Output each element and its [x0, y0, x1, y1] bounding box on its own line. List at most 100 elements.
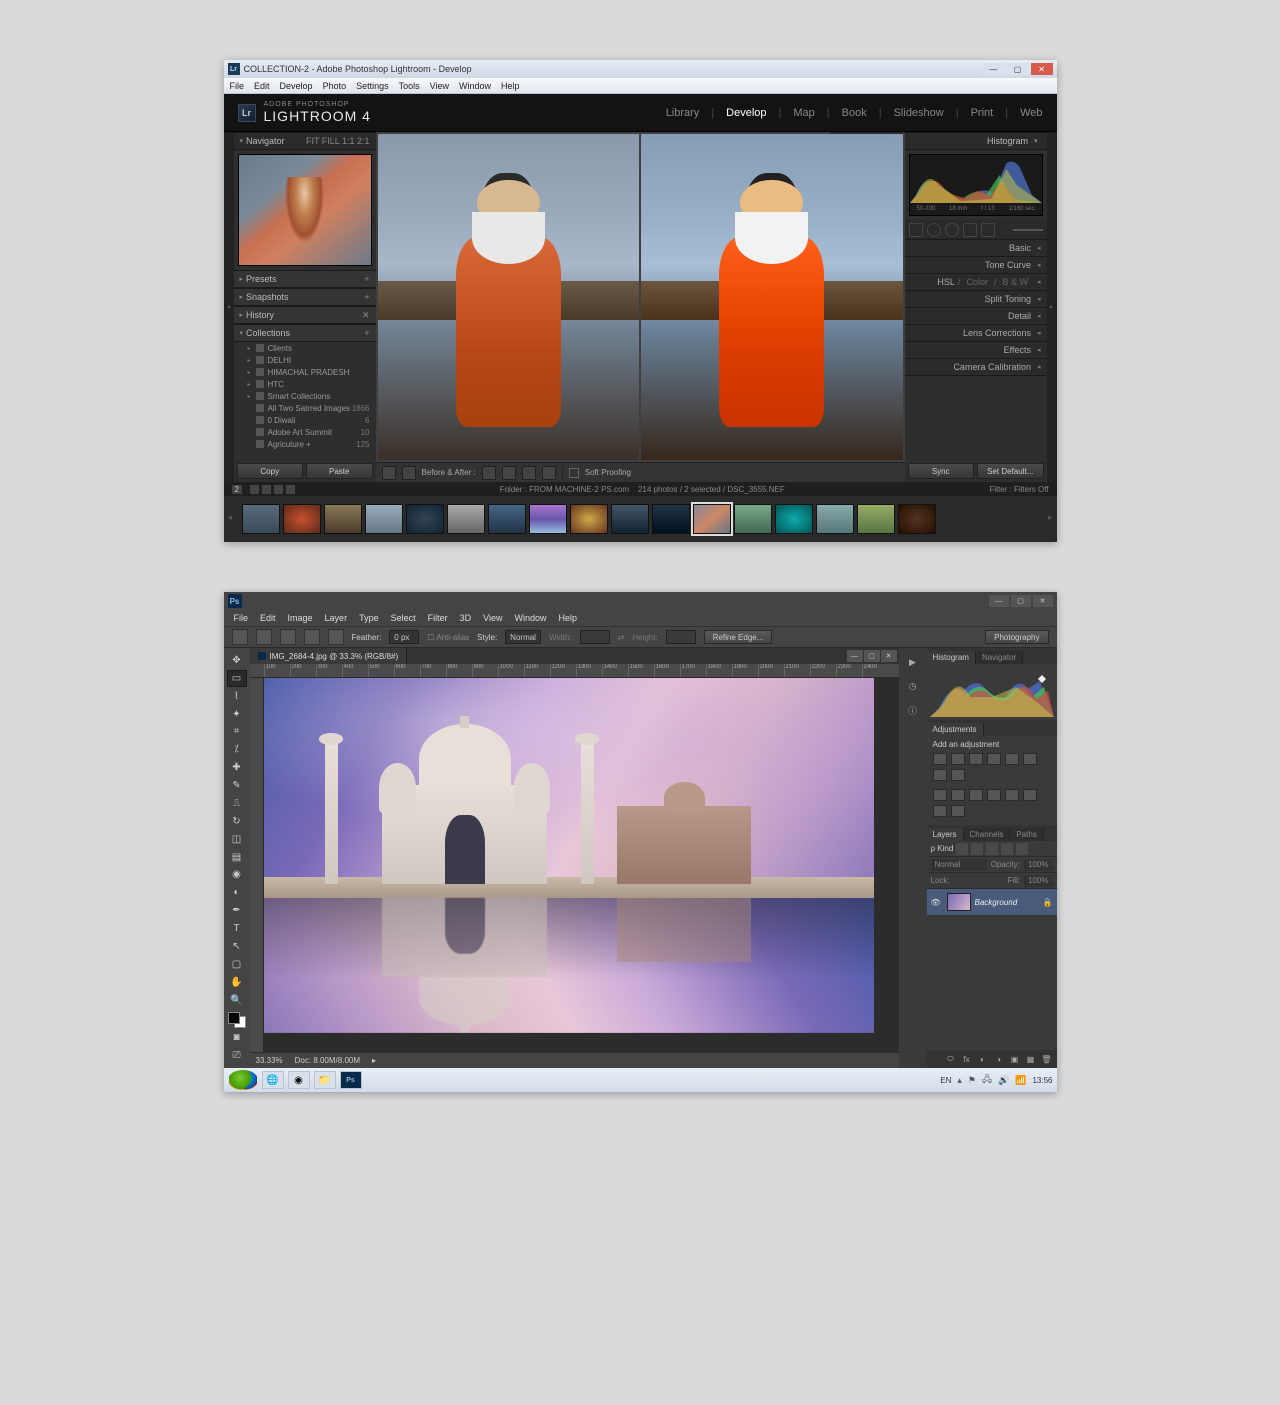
ba-swap-icon[interactable] [542, 466, 556, 480]
wand-tool-icon[interactable]: ✦ [227, 706, 247, 723]
right-panel-collapse[interactable]: ▸ [1047, 132, 1057, 482]
loupe-view-icon[interactable] [382, 466, 396, 480]
collection-item[interactable]: Adobe Art Summit10 [234, 426, 376, 438]
module-slideshow[interactable]: Slideshow [894, 107, 944, 119]
ps-menu-image[interactable]: Image [288, 613, 313, 623]
tray-wifi-icon[interactable]: 📶 [1015, 1075, 1026, 1086]
dodge-tool-icon[interactable]: ◐ [227, 884, 247, 901]
filter-adj-icon[interactable] [971, 843, 983, 855]
collection-item[interactable]: ▸Clients [234, 342, 376, 354]
filmstrip-thumb[interactable] [529, 504, 567, 534]
setdefault-button[interactable]: Set Default... [977, 463, 1044, 479]
ps-menu-type[interactable]: Type [359, 613, 379, 623]
navigator-thumbnail[interactable] [238, 154, 372, 266]
vertical-ruler[interactable] [250, 678, 264, 1052]
filmstrip-thumb[interactable] [898, 504, 936, 534]
bw-adj-icon[interactable] [951, 769, 965, 781]
doc-minimize-button[interactable]: — [847, 650, 863, 662]
ps-menu-file[interactable]: File [234, 613, 249, 623]
filter-pixel-icon[interactable] [956, 843, 968, 855]
soft-proof-checkbox[interactable] [569, 468, 579, 478]
channels-tab[interactable]: Channels [964, 828, 1011, 841]
gradient-tool-icon[interactable]: ▤ [227, 849, 247, 866]
current-tool-preset-icon[interactable] [232, 629, 248, 645]
doc-close-button[interactable]: ✕ [881, 650, 897, 662]
survey-icon[interactable] [286, 485, 295, 494]
collection-item[interactable]: Agricuture +125 [234, 438, 376, 450]
collection-item[interactable]: 0 Diwali6 [234, 414, 376, 426]
layer-filter-kind[interactable]: ρ Kind [931, 844, 954, 853]
filter-type-icon[interactable] [986, 843, 998, 855]
ps-menu-layer[interactable]: Layer [325, 613, 348, 623]
menu-view[interactable]: View [430, 81, 449, 91]
colorbal-adj-icon[interactable] [933, 769, 947, 781]
marquee-subtract-icon[interactable] [304, 629, 320, 645]
curves-adj-icon[interactable] [969, 753, 983, 765]
lasso-tool-icon[interactable]: ⌇ [227, 688, 247, 705]
exposure-adj-icon[interactable] [987, 753, 1001, 765]
tray-flag-icon[interactable]: ⚑ [968, 1075, 976, 1086]
layers-tab[interactable]: Layers [927, 828, 964, 841]
ps-menu-3d[interactable]: 3D [460, 613, 472, 623]
minimize-button[interactable]: — [983, 63, 1005, 75]
collection-item[interactable]: ▸HIMACHAL PRADESH [234, 366, 376, 378]
vibrance-adj-icon[interactable] [1005, 753, 1019, 765]
new-layer-icon[interactable]: ▦ [1025, 1053, 1037, 1065]
collection-item[interactable]: ▸Smart Collections [234, 390, 376, 402]
pen-tool-icon[interactable]: ✒ [227, 902, 247, 919]
color-lookup-adj-icon[interactable] [969, 789, 983, 801]
secondary-display-badge[interactable]: 2 [232, 485, 242, 494]
left-panel-collapse[interactable]: ◂ [224, 132, 234, 482]
path-select-tool-icon[interactable]: ↖ [227, 938, 247, 955]
mini-play-icon[interactable]: ▶ [905, 654, 921, 670]
style-select[interactable]: Normal [505, 630, 541, 644]
new-group-icon[interactable]: ▣ [1009, 1053, 1021, 1065]
quickmask-icon[interactable]: ◙ [227, 1029, 247, 1046]
hand-tool-icon[interactable]: ✋ [227, 974, 247, 991]
filmstrip-thumb[interactable] [447, 504, 485, 534]
menu-window[interactable]: Window [459, 81, 491, 91]
redeye-tool-icon[interactable] [945, 223, 959, 237]
doc-maximize-button[interactable]: ▢ [864, 650, 880, 662]
blend-mode-select[interactable]: Normal [931, 859, 987, 871]
layer-item-background[interactable]: 👁 Background 🔒 [927, 889, 1057, 915]
module-print[interactable]: Print [971, 107, 994, 119]
windows-taskbar[interactable]: 🌐 ◉ 📁 Ps EN ▴ ⚑ 🖧 🔊 📶 13:56 [224, 1068, 1057, 1092]
doc-size[interactable]: Doc: 8.00M/8.00M [295, 1056, 360, 1065]
adjustments-tab[interactable]: Adjustments [927, 723, 984, 736]
menu-photo[interactable]: Photo [323, 81, 347, 91]
posterize-adj-icon[interactable] [1005, 789, 1019, 801]
color-swatches[interactable] [228, 1012, 246, 1029]
mini-info-icon[interactable]: ⓘ [905, 702, 921, 718]
compare-view[interactable]: Before After [376, 132, 905, 462]
lock-icon[interactable]: 🔒 [1043, 898, 1053, 907]
history-header[interactable]: ▸History✕ [234, 306, 376, 324]
paths-tab[interactable]: Paths [1010, 828, 1043, 841]
collection-item[interactable]: ▸HTC [234, 378, 376, 390]
document-tab[interactable]: IMG_2684-4.jpg @ 33.3% (RGB/8#) [250, 648, 408, 664]
selective-adj-icon[interactable] [951, 805, 965, 817]
antialias-checkbox[interactable]: ☐ Anti-alias [427, 633, 469, 642]
maximize-button[interactable]: ▢ [1007, 63, 1029, 75]
ba-lr-icon[interactable] [482, 466, 496, 480]
basic-panel[interactable]: Basic◂ [905, 240, 1047, 257]
link-layers-icon[interactable]: ⬭ [945, 1053, 957, 1065]
marquee-add-icon[interactable] [280, 629, 296, 645]
gradient-tool-icon[interactable] [963, 223, 977, 237]
menu-file[interactable]: File [230, 81, 245, 91]
taskbar-chrome-icon[interactable]: ◉ [288, 1071, 310, 1089]
paste-button[interactable]: Paste [306, 463, 373, 479]
channel-mixer-adj-icon[interactable] [951, 789, 965, 801]
collection-item[interactable]: ▸DELHI [234, 354, 376, 366]
lr-titlebar[interactable]: Lr COLLECTION-2 - Adobe Photoshop Lightr… [224, 60, 1057, 78]
filmstrip-thumb-selected[interactable] [693, 504, 731, 534]
eyedropper-tool-icon[interactable]: ⁒ [227, 741, 247, 758]
move-tool-icon[interactable]: ✥ [227, 652, 247, 669]
ps-menu-window[interactable]: Window [514, 613, 546, 623]
visibility-icon[interactable]: 👁 [931, 898, 943, 907]
histogram[interactable]: 50-200 18 mm f / 13 1/160 sec [909, 154, 1043, 216]
filmstrip-thumb[interactable] [570, 504, 608, 534]
tool-slider[interactable] [1013, 229, 1043, 231]
horizontal-ruler[interactable]: 1002003004005006007008009001000110012001… [250, 664, 899, 678]
taskbar-ie-icon[interactable]: 🌐 [262, 1071, 284, 1089]
